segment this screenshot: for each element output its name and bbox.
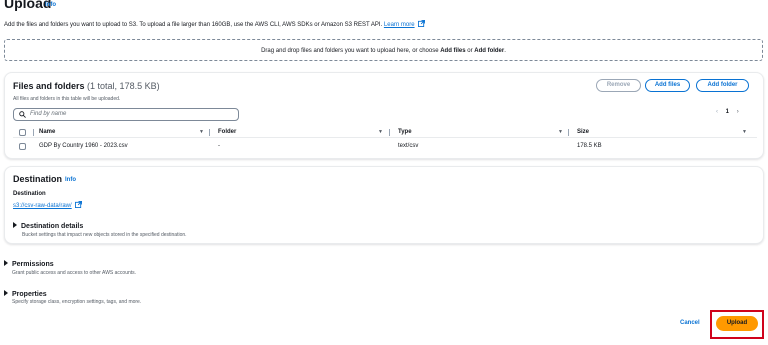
sort-size-icon[interactable]: ▼ [742, 129, 747, 135]
column-size[interactable]: Size [577, 129, 589, 135]
row-checkbox[interactable] [19, 143, 26, 150]
destination-path-link[interactable]: s3://csv-raw-data/raw/ [13, 203, 72, 209]
external-link-icon [418, 20, 426, 27]
destination-label: Destination [13, 191, 46, 197]
dropzone-add-folder: Add folder [474, 48, 505, 54]
page-number[interactable]: 1 [726, 109, 729, 115]
dropzone-text: Drag and drop files and folders you want… [261, 48, 441, 54]
destination-details-title: Destination details [21, 223, 84, 230]
pagination: ‹ 1 › [713, 109, 742, 115]
select-all-checkbox[interactable] [19, 129, 26, 136]
intro-text: Add the files and folders you want to up… [4, 20, 426, 28]
files-count: (1 total, 178.5 KB) [87, 81, 160, 91]
caret-right-icon [4, 290, 8, 296]
external-link-icon [75, 201, 83, 208]
column-type[interactable]: Type [398, 129, 412, 135]
files-panel-title: Files and folders (1 total, 178.5 KB) [13, 81, 160, 91]
files-title: Files and folders [13, 81, 85, 91]
search-placeholder: Find by name [30, 111, 67, 117]
permissions-sub: Grant public access and access to other … [12, 270, 137, 276]
info-link[interactable]: Info [45, 2, 56, 8]
upload-button[interactable]: Upload [716, 316, 758, 331]
dropzone-suffix: . [504, 48, 506, 54]
caret-right-icon [13, 222, 17, 228]
cancel-button[interactable]: Cancel [680, 320, 700, 326]
dropzone-or: or [465, 48, 475, 54]
destination-panel: Destination Info Destination s3://csv-ra… [4, 166, 764, 244]
remove-button[interactable]: Remove [596, 79, 641, 92]
dropzone-add-files: Add files [440, 48, 466, 54]
sort-folder-icon[interactable]: ▼ [378, 129, 383, 135]
destination-title: Destination [13, 174, 63, 184]
properties-sub: Specify storage class, encryption settin… [12, 299, 142, 305]
table-header: Name ▼ Folder ▼ Type ▼ Size ▼ [13, 127, 757, 138]
file-size: 178.5 KB [577, 143, 602, 149]
caret-right-icon [4, 260, 8, 266]
learn-more-link[interactable]: Learn more [384, 22, 415, 28]
files-and-folders-panel: Files and folders (1 total, 178.5 KB) Al… [4, 72, 764, 159]
chevron-right-icon[interactable]: › [737, 109, 739, 115]
column-folder[interactable]: Folder [218, 129, 236, 135]
column-name[interactable]: Name [39, 129, 55, 135]
properties-toggle[interactable]: Properties [4, 290, 47, 298]
permissions-toggle[interactable]: Permissions [4, 260, 54, 268]
file-type: text/csv [398, 143, 419, 149]
intro-description: Add the files and folders you want to up… [4, 22, 383, 28]
add-files-button[interactable]: Add files [645, 79, 690, 92]
search-icon [19, 111, 26, 118]
chevron-left-icon[interactable]: ‹ [716, 109, 718, 115]
files-subtitle: All files and folders in this table will… [13, 96, 121, 102]
permissions-title: Permissions [12, 261, 54, 268]
drop-zone[interactable]: Drag and drop files and folders you want… [4, 39, 763, 61]
destination-details-toggle[interactable]: Destination details [13, 222, 83, 230]
destination-path[interactable]: s3://csv-raw-data/raw/ [13, 201, 83, 209]
sort-type-icon[interactable]: ▼ [558, 129, 563, 135]
table-row: GDP By Country 1960 - 2023.csv - text/cs… [13, 141, 757, 152]
search-input[interactable]: Find by name [13, 108, 239, 121]
destination-details-sub: Bucket settings that impact new objects … [22, 232, 187, 238]
file-folder: - [218, 143, 220, 149]
sort-name-icon[interactable]: ▼ [199, 129, 204, 135]
properties-title: Properties [12, 291, 47, 298]
file-name: GDP By Country 1960 - 2023.csv [39, 143, 128, 149]
add-folder-button[interactable]: Add folder [696, 79, 749, 92]
destination-info-link[interactable]: Info [65, 177, 76, 183]
